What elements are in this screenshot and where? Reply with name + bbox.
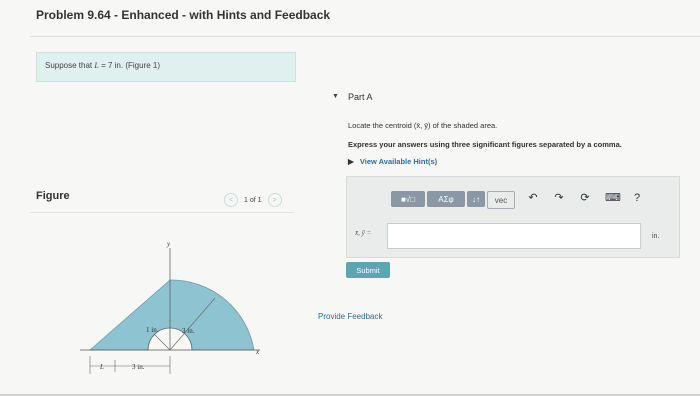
answer-unit: in.: [652, 233, 660, 240]
dim-1in-label: 1 in.: [146, 326, 159, 334]
reset-icon[interactable]: ⟳: [579, 191, 591, 204]
part-collapse-icon[interactable]: ▼: [332, 93, 339, 100]
part-express: Express your answers using three signifi…: [348, 140, 622, 149]
problem-var: L: [94, 61, 99, 70]
prev-figure-button[interactable]: <: [224, 193, 238, 207]
undo-icon[interactable]: ↶: [527, 191, 539, 204]
radius-small: [153, 333, 171, 351]
redo-icon[interactable]: ↷: [553, 191, 565, 204]
updown-button[interactable]: ↓↑: [467, 191, 485, 207]
figure-ref-link[interactable]: (Figure 1): [125, 61, 160, 70]
dim-L-label: L: [99, 363, 104, 371]
problem-eq: = 7 in.: [101, 61, 124, 70]
answer-panel: ■√□ ΑΣφ ↓↑ vec ↶ ↷ ⟳ ⌨ ? x̄, ȳ = in.: [346, 176, 680, 258]
figure-divider: [30, 212, 294, 213]
symbols-button[interactable]: ΑΣφ: [427, 191, 465, 207]
page: Problem 9.64 - Enhanced - with Hints and…: [0, 0, 700, 396]
dim-3in-top-label: 3 in.: [182, 327, 195, 335]
edit-tools: ↶ ↷ ⟳ ⌨ ?: [527, 191, 643, 205]
math-toolbar: ■√□ ΑΣφ ↓↑ vec: [391, 191, 515, 209]
header-divider: [30, 36, 700, 37]
shaded-area: [88, 279, 255, 351]
problem-text: Suppose that L = 7 in. (Figure 1): [45, 61, 160, 70]
page-title: Problem 9.64 - Enhanced - with Hints and…: [36, 8, 331, 22]
keyboard-icon[interactable]: ⌨: [605, 191, 621, 204]
view-hints-link[interactable]: ▶ View Available Hint(s): [348, 157, 437, 166]
centroid-figure: 1 in. 3 in. L 3 in. x y: [80, 240, 260, 374]
answer-input[interactable]: [387, 223, 641, 249]
part-label: Part A: [348, 92, 373, 102]
answer-label: x̄, ȳ =: [355, 229, 372, 237]
part-instruction: Locate the centroid (x̄, ȳ) of the shade…: [348, 121, 498, 130]
expand-hints-icon: ▶: [348, 157, 354, 166]
vec-button[interactable]: vec: [487, 191, 515, 209]
help-button[interactable]: ?: [631, 192, 643, 204]
next-figure-button[interactable]: >: [267, 193, 282, 207]
hints-label: View Available Hint(s): [359, 157, 438, 166]
figure-label: Figure: [36, 190, 70, 202]
dim-3in-bottom-label: 3 in.: [132, 363, 145, 371]
x-axis-label: x: [255, 348, 260, 356]
submit-button[interactable]: Submit: [346, 262, 390, 278]
y-axis-label: y: [166, 240, 171, 248]
problem-statement: Suppose that L = 7 in. (Figure 1): [36, 52, 296, 82]
problem-prefix: Suppose that: [45, 61, 93, 70]
figure-pager: < 1 of 1 >: [224, 193, 282, 207]
templates-button[interactable]: ■√□: [391, 191, 425, 207]
provide-feedback-link[interactable]: Provide Feedback: [318, 312, 382, 321]
pager-text: 1 of 1: [244, 196, 262, 204]
